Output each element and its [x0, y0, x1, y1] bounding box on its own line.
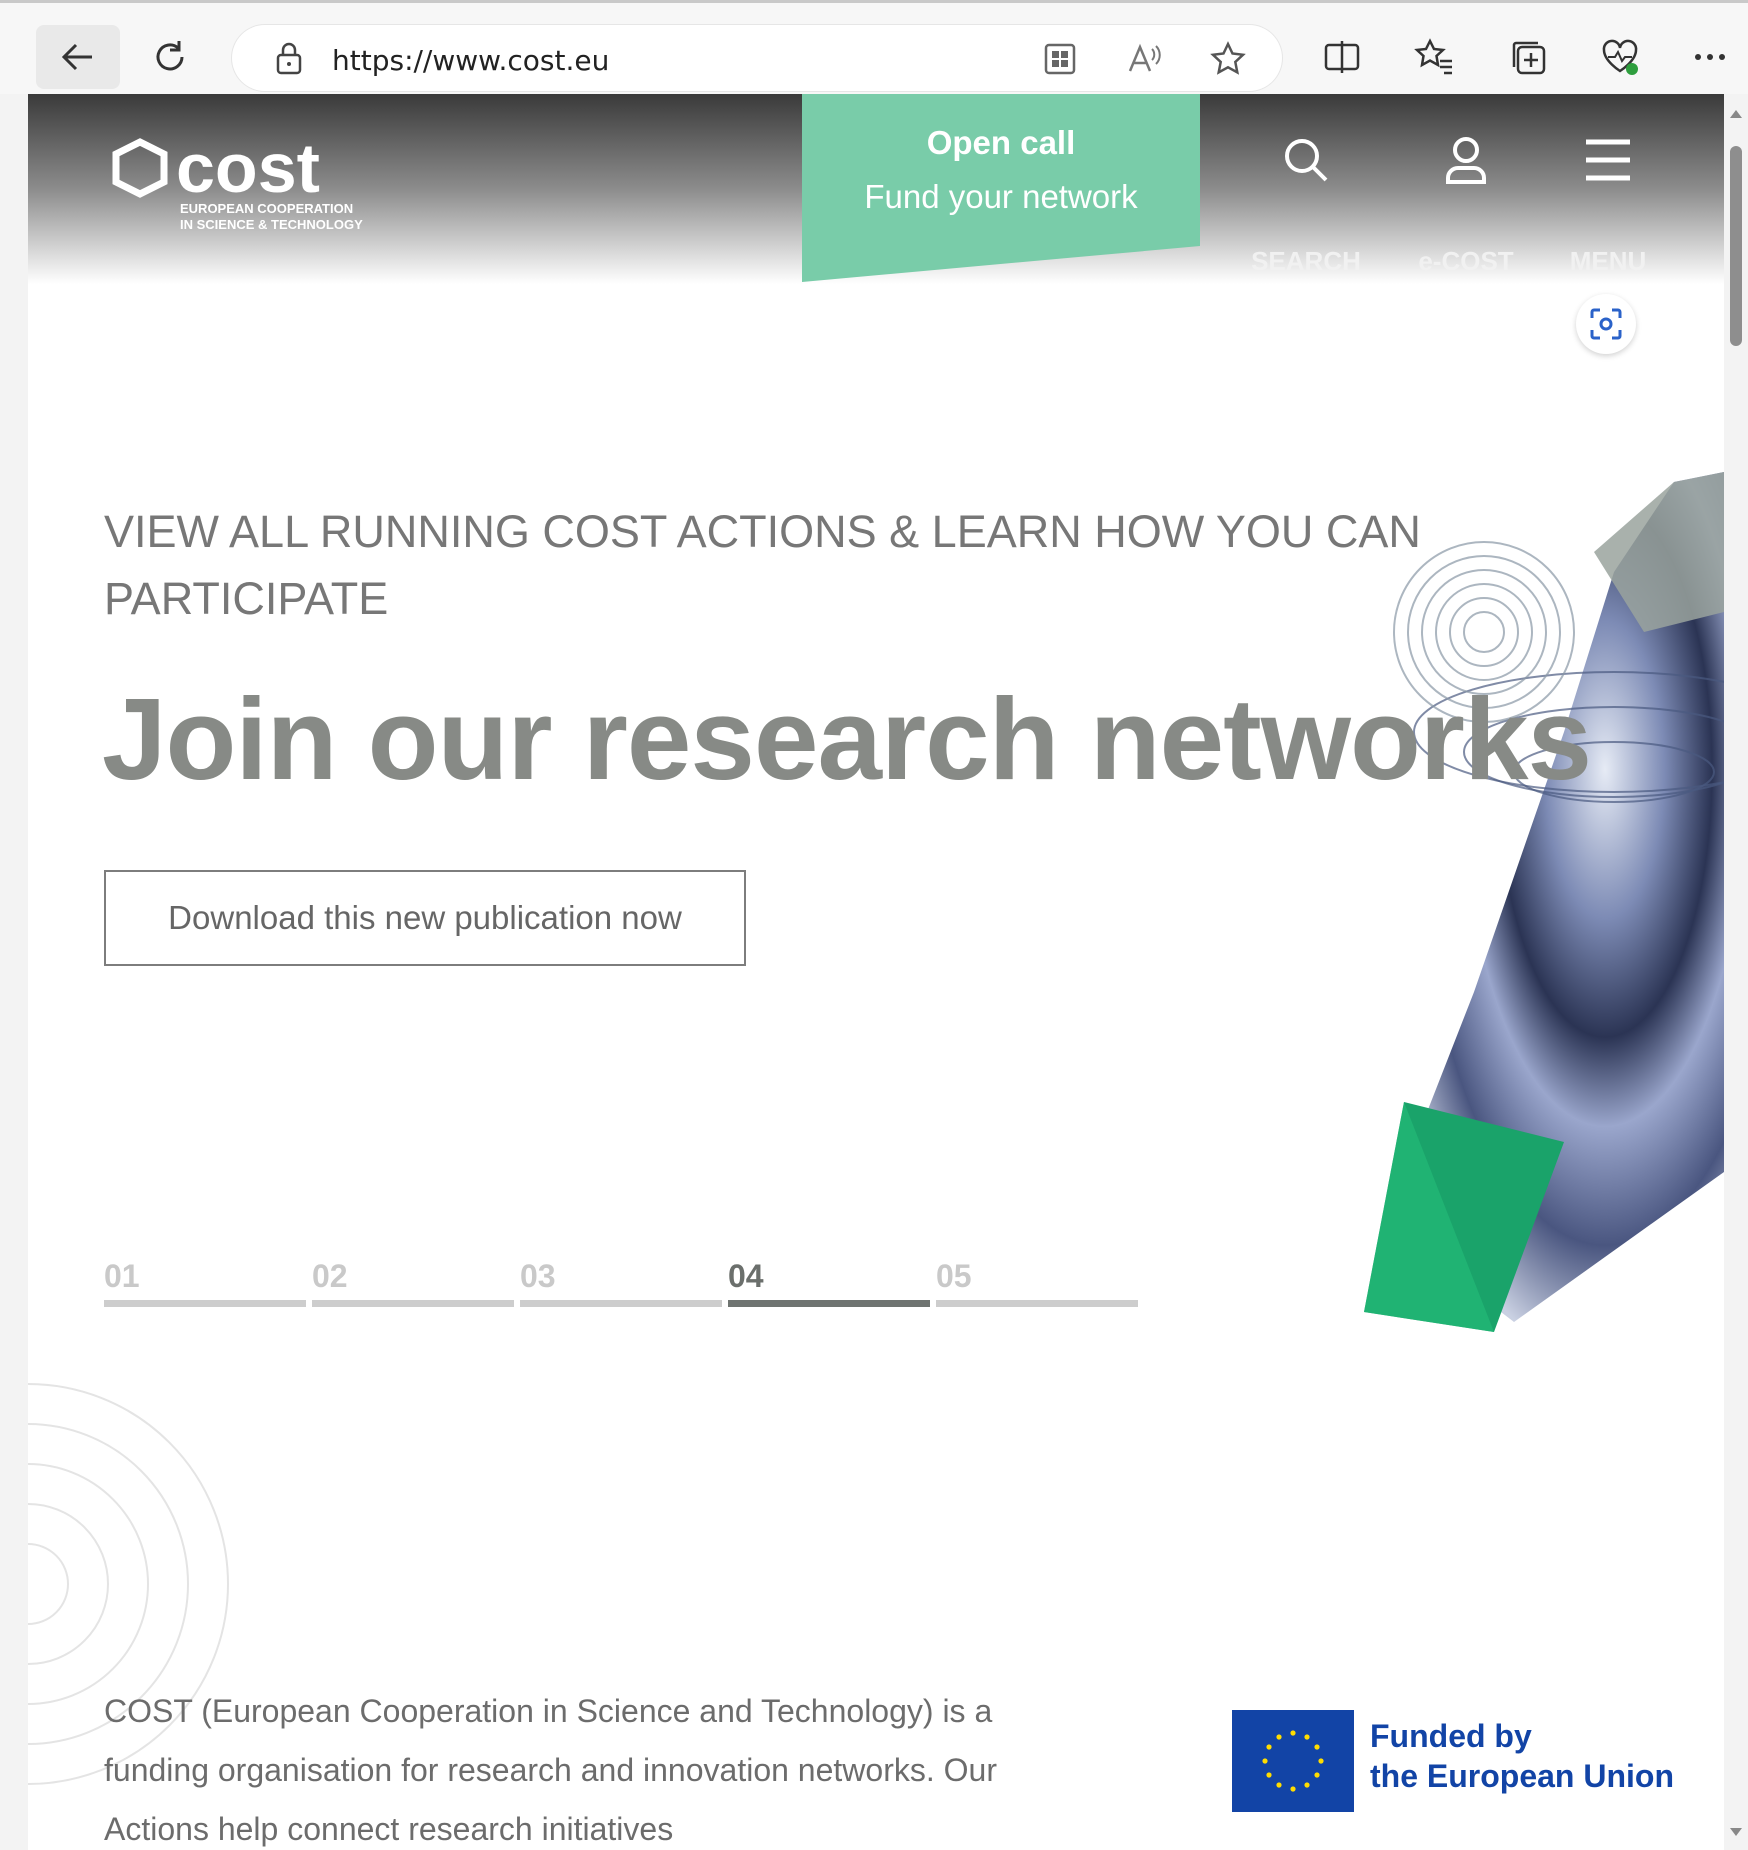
search-icon	[1285, 139, 1328, 182]
search-label: SEARCH	[1251, 246, 1361, 276]
menu-button[interactable]: MENU	[1538, 134, 1678, 276]
url-text[interactable]: https://www.cost.eu	[332, 44, 609, 77]
ecost-label: e-COST	[1418, 246, 1514, 276]
hamburger-menu-icon	[1586, 139, 1630, 181]
camera-scan-icon	[1590, 308, 1622, 340]
scrollbar-thumb[interactable]	[1730, 146, 1742, 346]
scroll-down-icon[interactable]	[1724, 1822, 1748, 1842]
slide-tab-05[interactable]: 05	[936, 1258, 1138, 1308]
site-header: cost EUROPEAN COOPERATION IN SCIENCE & T…	[28, 94, 1724, 284]
hero-headline: Join our research networks	[102, 674, 1592, 804]
slide-number: 04	[728, 1258, 764, 1294]
menu-label: MENU	[1569, 246, 1647, 276]
browser-toolbar: https://www.cost.eu	[0, 0, 1748, 94]
slide-tab-01[interactable]: 01	[104, 1258, 306, 1308]
download-publication-button[interactable]: Download this new publication now	[104, 870, 746, 966]
slide-number: 01	[104, 1258, 140, 1294]
reload-button[interactable]	[128, 25, 212, 89]
slide-progress-bar	[728, 1300, 930, 1307]
browser-essentials-icon[interactable]	[1600, 37, 1640, 77]
slide-number: 03	[520, 1258, 556, 1294]
favorites-icon[interactable]	[1414, 37, 1454, 77]
scroll-up-icon[interactable]	[1724, 104, 1748, 124]
cost-logo[interactable]: cost	[112, 129, 392, 207]
collections-icon[interactable]	[1508, 37, 1548, 77]
more-icon[interactable]	[1692, 37, 1728, 77]
eu-flag-icon	[1232, 1710, 1354, 1812]
open-call-subtitle: Fund your network	[864, 178, 1138, 215]
eu-funding-text: Funded by the European Union	[1370, 1716, 1674, 1796]
logo-tagline: EUROPEAN COOPERATION IN SCIENCE & TECHNO…	[180, 201, 363, 233]
slide-progress-bar	[520, 1300, 722, 1307]
slide-progress-bar	[104, 1300, 306, 1307]
slide-tab-04[interactable]: 04	[728, 1258, 930, 1308]
slide-tab-03[interactable]: 03	[520, 1258, 722, 1308]
cost-logo-mark: cost	[112, 129, 320, 207]
hero-kicker: VIEW ALL RUNNING COST ACTIONS & LEARN HO…	[104, 506, 1421, 624]
open-call-banner[interactable]: Open call Fund your network	[802, 94, 1200, 282]
user-icon	[1446, 137, 1486, 184]
logo-tagline-line2: IN SCIENCE & TECHNOLOGY	[180, 217, 363, 232]
about-text: COST (European Cooperation in Science an…	[104, 1693, 997, 1847]
favorite-star-icon[interactable]	[1208, 39, 1248, 79]
split-screen-icon[interactable]	[1322, 37, 1362, 77]
visual-search-button[interactable]	[1576, 294, 1636, 354]
slide-number: 02	[312, 1258, 348, 1294]
eu-funding-line1: Funded by	[1370, 1718, 1532, 1754]
ecost-button[interactable]: e-COST	[1396, 134, 1536, 276]
logo-text: cost	[176, 138, 320, 202]
reload-icon	[156, 41, 184, 71]
search-button[interactable]: SEARCH	[1236, 134, 1376, 276]
web-page: cost EUROPEAN COOPERATION IN SCIENCE & T…	[28, 94, 1724, 1850]
slide-tab-02[interactable]: 02	[312, 1258, 514, 1308]
address-bar[interactable]: https://www.cost.eu	[232, 25, 1282, 91]
read-aloud-icon[interactable]	[1124, 39, 1164, 79]
slide-progress-bar	[936, 1300, 1138, 1307]
lock-icon[interactable]	[272, 39, 306, 77]
slide-number: 05	[936, 1258, 972, 1294]
open-call-title: Open call	[926, 124, 1076, 161]
logo-tagline-line1: EUROPEAN COOPERATION	[180, 201, 354, 216]
app-available-icon[interactable]	[1040, 39, 1080, 79]
page-scrollbar[interactable]	[1724, 94, 1748, 1850]
back-icon	[61, 43, 92, 71]
slide-progress-bar	[312, 1300, 514, 1307]
back-button[interactable]	[36, 25, 120, 89]
eu-funding-line2: the European Union	[1370, 1758, 1674, 1794]
